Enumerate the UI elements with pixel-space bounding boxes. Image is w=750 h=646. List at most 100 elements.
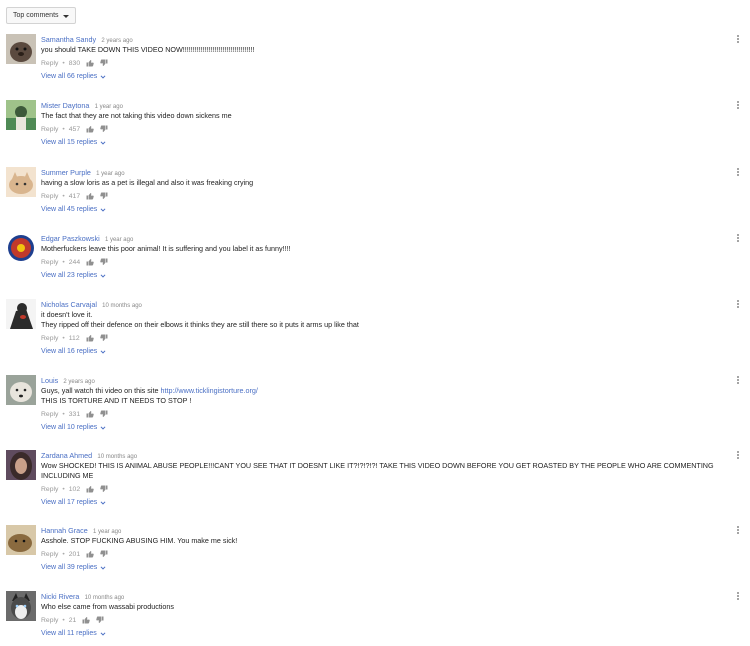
thumbs-down-icon[interactable] xyxy=(100,258,108,266)
thumbs-down-icon[interactable] xyxy=(99,334,108,342)
thumbs-up-icon[interactable] xyxy=(86,258,94,266)
comment-text-line: INCLUDING ME xyxy=(41,471,94,480)
comment-timestamp[interactable]: 1 year ago xyxy=(95,104,123,110)
avatar[interactable] xyxy=(6,100,36,130)
more-vertical-icon[interactable] xyxy=(734,375,742,387)
view-replies-button[interactable]: View all 11 replies xyxy=(41,627,106,641)
more-vertical-icon[interactable] xyxy=(734,450,742,462)
like-count: 417 xyxy=(68,192,81,200)
view-replies-button[interactable]: View all 16 replies xyxy=(41,345,106,359)
avatar[interactable] xyxy=(6,34,36,64)
view-replies-button[interactable]: View all 39 replies xyxy=(41,561,106,575)
author-name[interactable]: Nicholas Carvajal xyxy=(41,300,97,309)
thumbs-up-icon[interactable] xyxy=(86,334,94,342)
thumbs-down-icon[interactable] xyxy=(100,485,108,493)
author-name[interactable]: Zardana Ahmed xyxy=(41,451,92,460)
thumbs-up-icon[interactable] xyxy=(86,125,94,133)
comment-thread: Louis 2 years ago Guys, yall watch thi v… xyxy=(0,375,750,441)
cat-photo xyxy=(6,167,36,197)
separator-dot: • xyxy=(62,410,65,418)
more-vertical-icon[interactable] xyxy=(734,233,742,245)
husky-dog-photo xyxy=(6,591,36,621)
thumbs-up-icon[interactable] xyxy=(86,410,94,418)
like-count: 112 xyxy=(68,334,80,342)
more-vertical-icon[interactable] xyxy=(734,299,742,311)
author-name[interactable]: Hannah Grace xyxy=(41,526,88,535)
reply-button[interactable]: Reply xyxy=(41,126,58,133)
more-vertical-icon[interactable] xyxy=(734,167,742,179)
avatar[interactable] xyxy=(6,167,36,197)
separator-dot: • xyxy=(62,125,65,133)
more-vertical-icon[interactable] xyxy=(734,100,742,112)
view-replies-label: View all 17 replies xyxy=(41,499,98,506)
more-vertical-icon[interactable] xyxy=(734,525,742,537)
view-replies-label: View all 10 replies xyxy=(41,424,98,431)
comment-timestamp[interactable]: 1 year ago xyxy=(105,237,133,243)
avatar[interactable] xyxy=(6,299,36,329)
avatar[interactable] xyxy=(6,450,36,480)
avatar[interactable] xyxy=(6,233,36,263)
comment-timestamp[interactable]: 1 year ago xyxy=(96,171,124,177)
view-replies-button[interactable]: View all 17 replies xyxy=(41,496,106,510)
author-name[interactable]: Summer Purple xyxy=(41,168,91,177)
thumbs-down-icon[interactable] xyxy=(100,59,108,67)
thumbs-up-icon[interactable] xyxy=(82,616,91,624)
reply-button[interactable]: Reply xyxy=(41,259,58,266)
thumbs-down-icon[interactable] xyxy=(100,550,108,558)
thumbs-down-icon[interactable] xyxy=(100,125,108,133)
comment-timestamp[interactable]: 10 months ago xyxy=(85,595,125,601)
separator-dot: • xyxy=(62,485,65,493)
view-replies-button[interactable]: View all 45 replies xyxy=(41,203,106,217)
thumbs-down-icon[interactable] xyxy=(100,410,108,418)
thumbs-down-icon[interactable] xyxy=(100,192,108,200)
thumbs-up-icon[interactable] xyxy=(86,59,94,67)
reply-button[interactable]: Reply xyxy=(41,551,58,558)
comment-body: Zardana Ahmed 10 months ago Wow SHOCKED!… xyxy=(41,450,730,510)
comment-header: Hannah Grace 1 year ago xyxy=(41,525,730,536)
view-replies-button[interactable]: View all 10 replies xyxy=(41,421,106,435)
separator-dot: • xyxy=(62,550,65,558)
more-vertical-icon[interactable] xyxy=(734,34,742,46)
author-name[interactable]: Mister Daytona xyxy=(41,101,89,110)
author-name[interactable]: Louis xyxy=(41,376,58,385)
reply-button[interactable]: Reply xyxy=(41,411,58,418)
comment-body: Nicholas Carvajal 10 months ago it doesn… xyxy=(41,299,730,359)
comment-text-line: The fact that they are not taking this v… xyxy=(41,111,232,120)
view-replies-button[interactable]: View all 23 replies xyxy=(41,269,106,283)
comment-timestamp[interactable]: 2 years ago xyxy=(63,379,94,385)
comment-text: The fact that they are not taking this v… xyxy=(41,111,730,121)
comment-timestamp[interactable]: 2 years ago xyxy=(101,38,132,44)
author-name[interactable]: Samantha Sandy xyxy=(41,35,96,44)
sort-label: Top comments xyxy=(13,12,59,19)
comment-body: Hannah Grace 1 year ago Asshole. STOP FU… xyxy=(41,525,730,575)
author-name[interactable]: Edgar Paszkowski xyxy=(41,234,100,243)
reply-button[interactable]: Reply xyxy=(41,193,58,200)
thumbs-down-icon[interactable] xyxy=(96,616,104,624)
reply-button[interactable]: Reply xyxy=(41,335,58,342)
sort-comments-button[interactable]: Top comments xyxy=(6,7,76,24)
comment-timestamp[interactable]: 1 year ago xyxy=(93,529,121,535)
view-replies-button[interactable]: View all 66 replies xyxy=(41,70,106,84)
author-name[interactable]: Nicki Rivera xyxy=(41,592,79,601)
avatar[interactable] xyxy=(6,525,36,555)
reply-button[interactable]: Reply xyxy=(41,617,58,624)
separator-dot: • xyxy=(62,192,65,200)
thumbs-up-icon[interactable] xyxy=(86,192,94,200)
comment-actions: Reply • 112 xyxy=(41,331,730,345)
more-vertical-icon[interactable] xyxy=(734,591,742,603)
thumbs-up-icon[interactable] xyxy=(86,550,94,558)
comment-timestamp[interactable]: 10 months ago xyxy=(102,303,142,309)
comment-timestamp[interactable]: 10 months ago xyxy=(97,454,137,460)
comment-link[interactable]: http://www.ticklingistorture.org/ xyxy=(160,386,257,395)
reply-button[interactable]: Reply xyxy=(41,486,58,493)
thumbs-up-icon[interactable] xyxy=(86,485,94,493)
reply-button[interactable]: Reply xyxy=(41,60,58,67)
like-count: 244 xyxy=(68,258,81,266)
chevron-down-icon xyxy=(100,349,106,355)
avatar[interactable] xyxy=(6,591,36,621)
comment-thread: Mister Daytona 1 year ago The fact that … xyxy=(0,100,750,166)
like-count: 830 xyxy=(68,59,81,67)
view-replies-button[interactable]: View all 15 replies xyxy=(41,136,106,150)
avatar[interactable] xyxy=(6,375,36,405)
like-count: 102 xyxy=(68,485,81,493)
